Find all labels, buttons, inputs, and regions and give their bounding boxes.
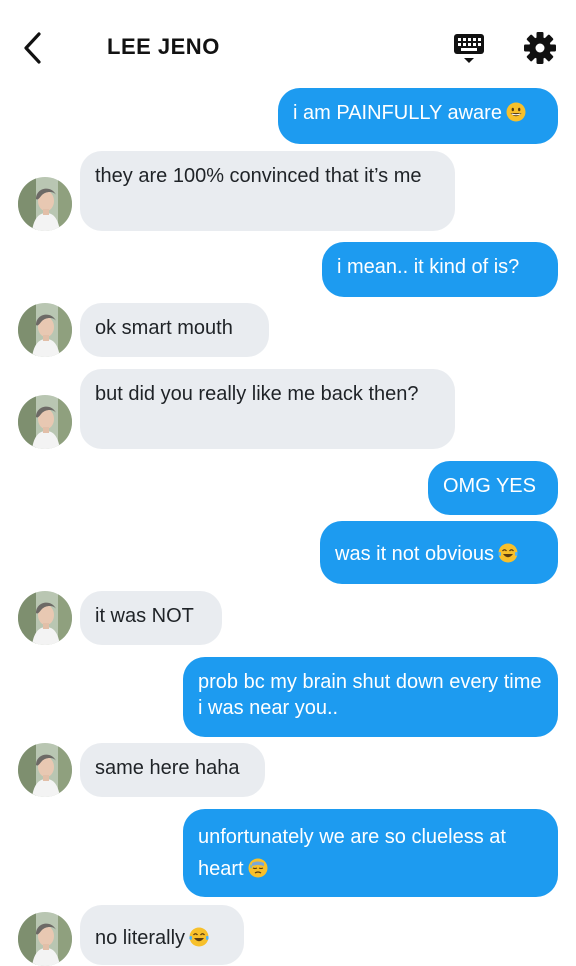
message-text: i am PAINFULLY aware — [293, 102, 502, 124]
chat-header: LEE JENO — [0, 0, 576, 96]
message-text: but did you really like me back then? — [95, 383, 419, 405]
message-sent[interactable]: unfortunately we are so clueless at hear… — [183, 809, 558, 897]
crying-laughing-face-icon — [498, 543, 518, 563]
avatar[interactable] — [18, 743, 72, 797]
message-text: was it not obvious — [335, 543, 494, 565]
avatar[interactable] — [18, 303, 72, 357]
message-received[interactable]: they are 100% convinced that it’s me — [80, 151, 455, 231]
message-received[interactable]: no literally — [80, 905, 244, 965]
chevron-left-icon — [24, 32, 41, 64]
settings-button[interactable] — [522, 30, 558, 66]
message-text: same here haha — [95, 757, 240, 779]
message-received[interactable]: ok smart mouth — [80, 303, 269, 357]
message-text: they are 100% convinced that it’s me — [95, 165, 422, 187]
message-text: ok smart mouth — [95, 317, 233, 339]
message-sent[interactable]: prob bc my brain shut down every time i … — [183, 657, 558, 737]
message-text: unfortunately we are so clueless at hear… — [198, 826, 506, 880]
message-sent[interactable]: OMG YES — [428, 461, 558, 515]
gear-icon — [524, 32, 556, 64]
downcast-sweat-face-icon — [248, 858, 268, 878]
message-sent[interactable]: was it not obvious — [320, 521, 558, 584]
keyboard-button[interactable] — [451, 30, 487, 66]
avatar[interactable] — [18, 395, 72, 449]
contact-name: LEE JENO — [107, 34, 220, 59]
message-sent[interactable]: i mean.. it kind of is? — [322, 242, 558, 297]
avatar[interactable] — [18, 912, 72, 966]
message-sent[interactable]: i am PAINFULLY aware — [278, 88, 558, 144]
message-text: prob bc my brain shut down every time i … — [198, 671, 542, 719]
grinning-face-icon — [506, 102, 526, 122]
message-text: i mean.. it kind of is? — [337, 256, 520, 278]
message-received[interactable]: but did you really like me back then? — [80, 369, 455, 449]
message-received[interactable]: same here haha — [80, 743, 265, 797]
message-text: OMG YES — [443, 475, 536, 497]
message-text: it was NOT — [95, 605, 194, 627]
avatar[interactable] — [18, 591, 72, 645]
crying-laughing-face-icon — [189, 927, 209, 947]
keyboard-icon — [454, 34, 484, 63]
message-received[interactable]: it was NOT — [80, 591, 222, 645]
message-text: no literally — [95, 927, 186, 949]
avatar[interactable] — [18, 177, 72, 231]
back-button[interactable] — [18, 30, 48, 66]
